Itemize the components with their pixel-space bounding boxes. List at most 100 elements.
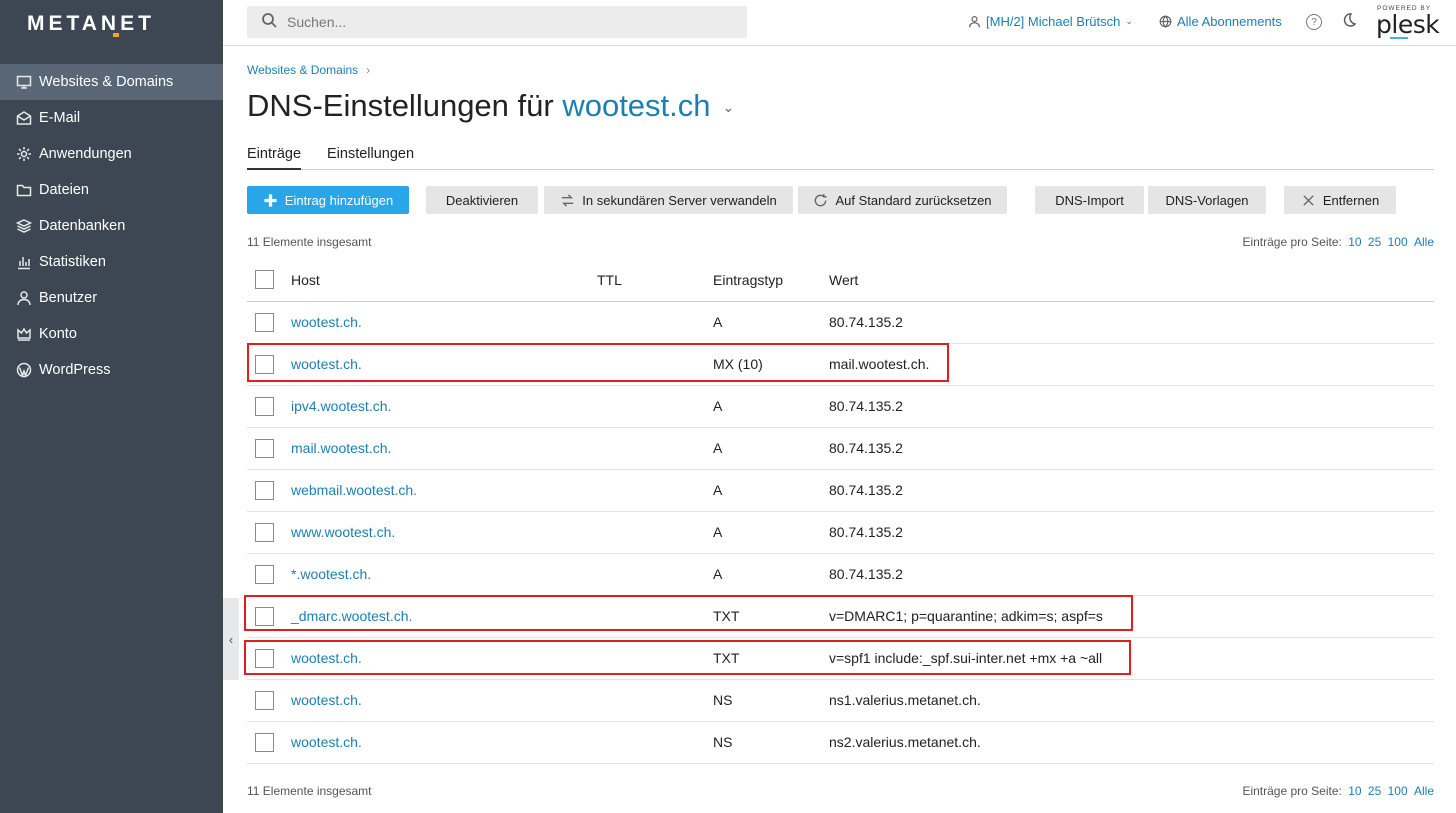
per-page-100[interactable]: 100 (1388, 784, 1408, 798)
breadcrumb-link[interactable]: Websites & Domains (247, 63, 358, 77)
per-page-25[interactable]: 25 (1368, 235, 1381, 249)
value-cell: 80.74.135.2 (829, 553, 1434, 596)
select-all-checkbox[interactable] (255, 270, 274, 290)
type-cell: A (713, 469, 829, 512)
host-link[interactable]: _dmarc.wootest.ch. (291, 608, 412, 624)
folder-icon (15, 181, 33, 199)
type-cell: A (713, 385, 829, 428)
host-cell: wootest.ch. (291, 301, 597, 344)
user-menu[interactable]: [MH/2] Michael Brütsch ⌄ (968, 14, 1133, 29)
sidebar-item-benutzer[interactable]: Benutzer (0, 280, 223, 316)
dns-import-button[interactable]: DNS-Import (1035, 186, 1144, 214)
per-page-label: Einträge pro Seite: (1242, 235, 1342, 249)
host-link[interactable]: *.wootest.ch. (291, 566, 371, 582)
host-link[interactable]: wootest.ch. (291, 692, 362, 708)
column-type[interactable]: Eintragstyp (713, 259, 829, 302)
per-page-all[interactable]: Alle (1414, 235, 1434, 249)
per-page-100[interactable]: 100 (1388, 235, 1408, 249)
dns-templates-button[interactable]: DNS-Vorlagen (1148, 186, 1266, 214)
sidebar-item-konto[interactable]: Konto (0, 316, 223, 352)
column-host[interactable]: Host (291, 259, 597, 302)
row-checkbox[interactable] (255, 438, 274, 458)
search-input[interactable] (287, 14, 727, 30)
convert-secondary-label: In sekundären Server verwandeln (582, 192, 777, 208)
value-cell: 80.74.135.2 (829, 427, 1434, 470)
sidebar-item-websites-domains[interactable]: Websites & Domains (0, 64, 223, 100)
subscriptions-menu[interactable]: Alle Abonnements (1159, 14, 1282, 29)
row-checkbox[interactable] (255, 606, 274, 626)
host-link[interactable]: wootest.ch. (291, 650, 362, 666)
per-page-selector: Einträge pro Seite: 10 25 100 Alle (1242, 235, 1434, 249)
help-icon[interactable]: ? (1306, 14, 1322, 30)
value-cell: 80.74.135.2 (829, 511, 1434, 554)
host-link[interactable]: wootest.ch. (291, 356, 362, 372)
convert-secondary-button[interactable]: In sekundären Server verwandeln (544, 186, 793, 214)
row-checkbox-cell (247, 511, 291, 554)
per-page-10[interactable]: 10 (1348, 235, 1361, 249)
row-checkbox-cell (247, 385, 291, 428)
row-checkbox[interactable] (255, 522, 274, 542)
dark-mode-icon[interactable] (1341, 12, 1357, 33)
row-checkbox-cell (247, 721, 291, 764)
search-box[interactable] (247, 6, 747, 38)
chevron-right-icon: › (366, 63, 371, 77)
sidebar-item-anwendungen[interactable]: Anwendungen (0, 136, 223, 172)
sidebar-item-datenbanken[interactable]: Datenbanken (0, 208, 223, 244)
page-title-text: DNS-Einstellungen für (247, 88, 554, 123)
host-link[interactable]: wootest.ch. (291, 734, 362, 750)
tab-einstellungen[interactable]: Einstellungen (327, 146, 414, 170)
sidebar-item-email[interactable]: E-Mail (0, 100, 223, 136)
value-cell: mail.wootest.ch. (829, 343, 1434, 386)
sidebar-item-dateien[interactable]: Dateien (0, 172, 223, 208)
column-value[interactable]: Wert (829, 259, 1434, 302)
row-checkbox[interactable] (255, 564, 274, 584)
ttl-cell (597, 721, 713, 764)
type-cell: A (713, 511, 829, 554)
swap-icon (560, 193, 575, 208)
value-cell: ns1.valerius.metanet.ch. (829, 679, 1434, 722)
page-title: DNS-Einstellungen für wootest.ch ⌄ (247, 88, 734, 124)
row-checkbox[interactable] (255, 648, 274, 668)
breadcrumb[interactable]: Websites & Domains › (247, 63, 370, 77)
user-icon (15, 289, 33, 307)
per-page-10[interactable]: 10 (1348, 784, 1361, 798)
row-checkbox[interactable] (255, 354, 274, 374)
remove-button[interactable]: Entfernen (1284, 186, 1396, 214)
row-checkbox-cell (247, 679, 291, 722)
add-entry-button[interactable]: Eintrag hinzufügen (247, 186, 409, 214)
row-checkbox[interactable] (255, 690, 274, 710)
plesk-logo[interactable]: plesk (1376, 10, 1440, 39)
chevron-down-icon[interactable]: ⌄ (723, 99, 735, 115)
host-link[interactable]: wootest.ch. (291, 314, 362, 330)
toolbar: Eintrag hinzufügen Deaktivieren In sekun… (247, 186, 1434, 214)
tab-eintraege[interactable]: Einträge (247, 146, 302, 170)
sidebar-item-statistiken[interactable]: Statistiken (0, 244, 223, 280)
host-link[interactable]: mail.wootest.ch. (291, 440, 391, 456)
host-link[interactable]: ipv4.wootest.ch. (291, 398, 391, 414)
user-icon (969, 16, 980, 28)
host-link[interactable]: www.wootest.ch. (291, 524, 395, 540)
sidebar-collapse-toggle[interactable]: ‹ (223, 598, 239, 680)
per-page-25[interactable]: 25 (1368, 784, 1381, 798)
value-cell: 80.74.135.2 (829, 469, 1434, 512)
logo-text: METANET (27, 12, 155, 35)
dns-records-table: Host TTL Eintragstyp Wert wootest.ch. A 80… (247, 259, 1434, 764)
column-ttl[interactable]: TTL (597, 259, 713, 302)
tab-bar: Einträge Einstellungen (247, 146, 1434, 170)
deactivate-button[interactable]: Deaktivieren (426, 186, 538, 214)
layers-icon (15, 217, 33, 235)
per-page-all[interactable]: Alle (1414, 784, 1434, 798)
row-checkbox-cell (247, 301, 291, 344)
row-checkbox[interactable] (255, 480, 274, 500)
host-link[interactable]: webmail.wootest.ch. (291, 482, 417, 498)
page-title-domain[interactable]: wootest.ch (562, 88, 710, 123)
row-checkbox[interactable] (255, 732, 274, 752)
row-checkbox[interactable] (255, 396, 274, 416)
row-checkbox[interactable] (255, 312, 274, 332)
sidebar: METANET Websites & Domains E-Mail Anwend… (0, 0, 223, 813)
metanet-logo[interactable]: METANET (27, 12, 155, 37)
reset-default-button[interactable]: Auf Standard zurücksetzen (798, 186, 1007, 214)
top-header: [MH/2] Michael Brütsch ⌄ Alle Abonnement… (223, 0, 1456, 46)
row-checkbox-cell (247, 469, 291, 512)
sidebar-item-wordpress[interactable]: WordPress (0, 352, 223, 388)
